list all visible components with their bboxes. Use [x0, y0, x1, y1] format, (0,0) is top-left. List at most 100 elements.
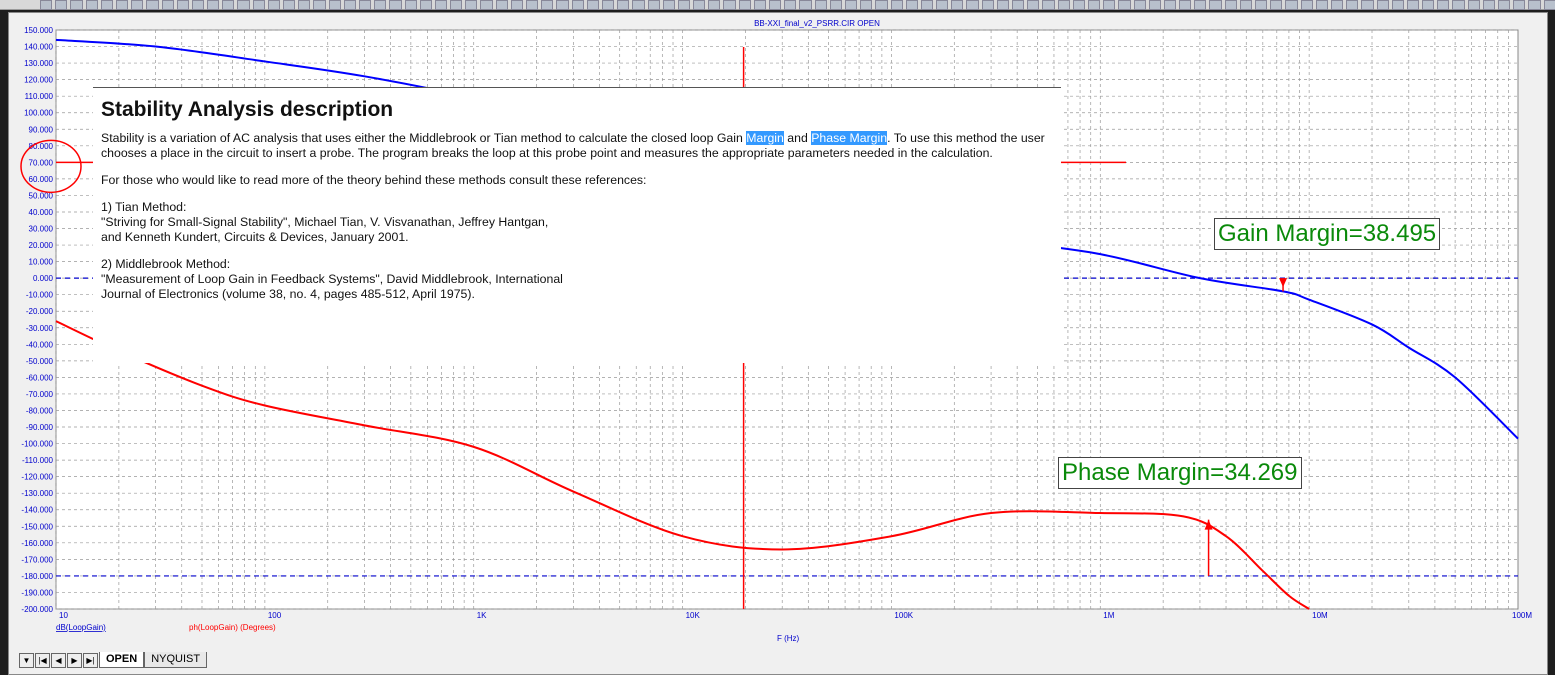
toolbar-button[interactable] [267, 0, 280, 10]
toolbar-button[interactable] [1087, 0, 1101, 10]
toolbar-button[interactable] [1300, 0, 1313, 10]
toolbar-button[interactable] [1482, 0, 1495, 10]
toolbar-button[interactable] [100, 0, 113, 10]
toolbar-button[interactable] [85, 0, 98, 10]
toolbar-button[interactable] [1376, 0, 1389, 10]
toolbar-button[interactable] [176, 0, 189, 10]
toolbar-button[interactable] [1346, 0, 1359, 10]
toolbar-button[interactable] [40, 0, 53, 10]
toolbar-button[interactable] [586, 0, 599, 10]
toolbar-button[interactable] [1361, 0, 1374, 10]
toolbar-button[interactable] [1315, 0, 1328, 10]
toolbar-button[interactable] [693, 0, 706, 10]
toolbar-button[interactable] [191, 0, 205, 10]
toolbar-button[interactable] [1072, 0, 1085, 10]
toolbar-button[interactable] [860, 0, 873, 10]
toolbar-button[interactable] [541, 0, 554, 10]
toolbar-button[interactable] [389, 0, 402, 10]
toolbar-button[interactable] [526, 0, 539, 10]
toolbar-button[interactable] [738, 0, 751, 10]
toolbar-button[interactable] [1103, 0, 1116, 10]
toolbar-button[interactable] [237, 0, 250, 10]
toolbar-button[interactable] [769, 0, 782, 10]
toolbar-button[interactable] [222, 0, 235, 10]
toolbar-button[interactable] [404, 0, 417, 10]
toolbar-button[interactable] [1391, 0, 1404, 10]
tab-nyquist[interactable]: NYQUIST [144, 652, 208, 668]
toolbar-button[interactable] [753, 0, 766, 10]
toolbar-button[interactable] [799, 0, 812, 10]
toolbar-button[interactable] [1027, 0, 1040, 10]
toolbar-button[interactable] [1194, 0, 1207, 10]
toolbar-button[interactable] [1012, 0, 1025, 10]
toolbar-button[interactable] [981, 0, 994, 10]
toolbar-button[interactable] [1422, 0, 1435, 10]
toolbar-button[interactable] [328, 0, 341, 10]
toolbar-button[interactable] [1270, 0, 1283, 10]
toolbar-button[interactable] [556, 0, 569, 10]
toolbar-button[interactable] [374, 0, 387, 10]
toolbar-button[interactable] [1118, 0, 1131, 10]
toolbar-button[interactable] [510, 0, 523, 10]
toolbar-button[interactable] [115, 0, 129, 10]
toolbar-button[interactable] [1543, 0, 1555, 10]
toolbar-button[interactable] [495, 0, 508, 10]
toolbar-button[interactable] [1513, 0, 1526, 10]
toolbar-button[interactable] [1179, 0, 1192, 10]
toolbar-button[interactable] [996, 0, 1009, 10]
toolbar-button[interactable] [844, 0, 858, 10]
nav-menu-button[interactable]: ▼ [19, 652, 34, 668]
toolbar-button[interactable] [617, 0, 630, 10]
toolbar-button[interactable] [1330, 0, 1344, 10]
toolbar-button[interactable] [784, 0, 797, 10]
toolbar-button[interactable] [1148, 0, 1161, 10]
toolbar-button[interactable] [966, 0, 979, 10]
toolbar-button[interactable] [1406, 0, 1420, 10]
toolbar-button[interactable] [450, 0, 463, 10]
toolbar-button[interactable] [1163, 0, 1177, 10]
toolbar-button[interactable] [1437, 0, 1450, 10]
toolbar-button[interactable] [905, 0, 918, 10]
toolbar-button[interactable] [343, 0, 356, 10]
toolbar-button[interactable] [677, 0, 691, 10]
nav-first-button[interactable]: |◀ [35, 652, 50, 668]
toolbar-button[interactable] [1498, 0, 1511, 10]
toolbar-button[interactable] [936, 0, 949, 10]
toolbar-button[interactable] [1133, 0, 1146, 10]
tab-open[interactable]: OPEN [99, 652, 145, 668]
toolbar-button[interactable] [601, 0, 615, 10]
toolbar-button[interactable] [1452, 0, 1465, 10]
nav-next-button[interactable]: ▶ [67, 652, 82, 668]
toolbar-button[interactable] [358, 0, 372, 10]
toolbar-button[interactable] [951, 0, 964, 10]
toolbar-button[interactable] [146, 0, 159, 10]
toolbar-button[interactable] [1467, 0, 1480, 10]
toolbar-button[interactable] [829, 0, 842, 10]
toolbar-button[interactable] [1057, 0, 1070, 10]
toolbar-button[interactable] [313, 0, 326, 10]
toolbar-button[interactable] [708, 0, 721, 10]
toolbar-button[interactable] [70, 0, 83, 10]
toolbar-button[interactable] [647, 0, 660, 10]
toolbar-button[interactable] [1255, 0, 1268, 10]
toolbar-button[interactable] [920, 0, 934, 10]
nav-last-button[interactable]: ▶| [83, 652, 98, 668]
toolbar-button[interactable] [890, 0, 903, 10]
toolbar-button[interactable] [632, 0, 645, 10]
nav-prev-button[interactable]: ◀ [51, 652, 66, 668]
toolbar-button[interactable] [1239, 0, 1252, 10]
toolbar-button[interactable] [161, 0, 174, 10]
toolbar-button[interactable] [480, 0, 493, 10]
toolbar-button[interactable] [131, 0, 144, 10]
toolbar-button[interactable] [55, 0, 68, 10]
toolbar-button[interactable] [1285, 0, 1298, 10]
toolbar-button[interactable] [1042, 0, 1055, 10]
toolbar-button[interactable] [434, 0, 448, 10]
toolbar-button[interactable] [252, 0, 265, 10]
toolbar-button[interactable] [875, 0, 888, 10]
toolbar-button[interactable] [1528, 0, 1541, 10]
toolbar-button[interactable] [814, 0, 827, 10]
toolbar-button[interactable] [283, 0, 296, 10]
toolbar-button[interactable] [1224, 0, 1237, 10]
toolbar-button[interactable] [1209, 0, 1222, 10]
